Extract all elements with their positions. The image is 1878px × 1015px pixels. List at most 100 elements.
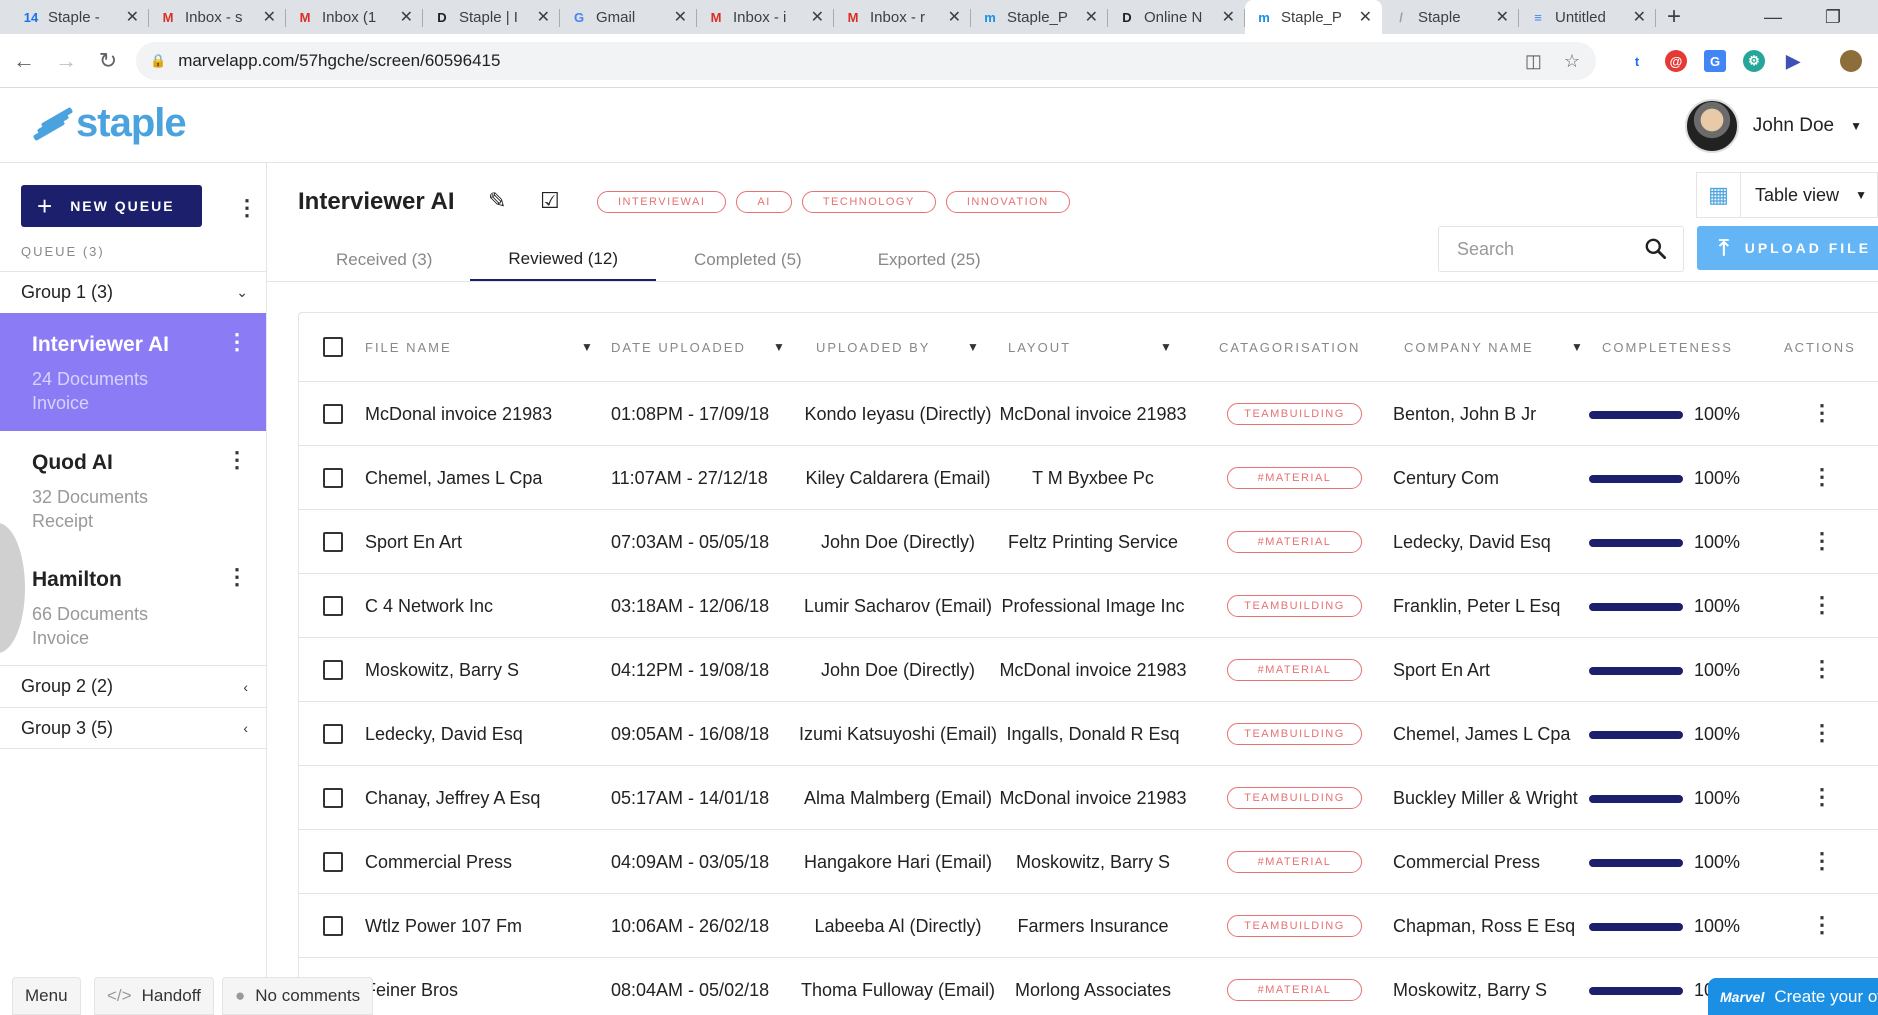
queue-more-icon[interactable]: ⋮ <box>226 449 248 471</box>
browser-tab[interactable]: m Staple_P ✕ <box>1245 0 1382 34</box>
row-actions-icon[interactable]: ⋮ <box>1811 786 1833 808</box>
back-icon[interactable]: ← <box>6 43 42 79</box>
tab-received[interactable]: Received (3) <box>298 238 470 282</box>
browser-tab[interactable]: 14 Staple - ✕ <box>12 0 149 34</box>
create-your-own-button[interactable]: Marvel Create your own <box>1708 978 1878 1015</box>
reload-icon[interactable]: ↻ <box>90 43 126 79</box>
tag-chip[interactable]: INTERVIEWAI <box>597 191 727 213</box>
edit-pencil-icon[interactable]: ✎ <box>488 188 506 214</box>
new-tab-button[interactable]: + <box>1656 0 1692 34</box>
queue-item-interviewer-ai[interactable]: Interviewer AI 24 Documents Invoice ⋮ <box>0 313 266 431</box>
browser-tab[interactable]: M Inbox (1 ✕ <box>286 0 423 34</box>
row-checkbox[interactable] <box>323 404 343 424</box>
table-row[interactable]: Chanay, Jeffrey A Esq 05:17AM - 14/01/18 A… <box>299 765 1878 829</box>
group-2[interactable]: Group 2 (2) ‹ <box>0 665 266 707</box>
row-checkbox[interactable] <box>323 660 343 680</box>
extension-play-icon[interactable]: ▶ <box>1782 50 1804 72</box>
row-actions-icon[interactable]: ⋮ <box>1811 594 1833 616</box>
sort-caret-icon[interactable]: ▼ <box>581 340 595 354</box>
close-tab-icon[interactable]: ✕ <box>126 7 139 27</box>
bookmark-star-icon[interactable]: ☆ <box>1564 51 1580 72</box>
sidebar-more-icon[interactable]: ⋮ <box>236 197 258 219</box>
close-tab-icon[interactable]: ✕ <box>1222 7 1235 27</box>
column-header-file-name[interactable]: FILE NAME <box>365 313 452 381</box>
user-menu[interactable]: John Doe ▼ <box>1684 99 1878 153</box>
row-checkbox[interactable] <box>323 852 343 872</box>
queue-more-icon[interactable]: ⋮ <box>226 566 248 588</box>
checklist-icon[interactable]: ☑ <box>540 188 560 214</box>
group-3[interactable]: Group 3 (5) ‹ <box>0 707 266 749</box>
browser-tab[interactable]: M Inbox - r ✕ <box>834 0 971 34</box>
browser-tab[interactable]: G Gmail ✕ <box>560 0 697 34</box>
browser-tab[interactable]: M Inbox - s ✕ <box>149 0 286 34</box>
row-actions-icon[interactable]: ⋮ <box>1811 850 1833 872</box>
table-row[interactable]: Ledecky, David Esq 09:05AM - 16/08/18 Izum… <box>299 701 1878 765</box>
extension-t-icon[interactable]: t <box>1626 50 1648 72</box>
tab-exported[interactable]: Exported (25) <box>840 238 1019 282</box>
table-row[interactable]: Wtlz Power 107 Fm 10:06AM - 26/02/18 Labee… <box>299 893 1878 957</box>
close-tab-icon[interactable]: ✕ <box>537 7 550 27</box>
close-tab-icon[interactable]: ✕ <box>674 7 687 27</box>
cast-icon[interactable]: ◫ <box>1525 51 1542 72</box>
column-header-company-name[interactable]: COMPANY NAME <box>1404 313 1534 381</box>
queue-item-quod-ai[interactable]: Quod AI 32 Documents Receipt ⋮ <box>0 431 266 549</box>
search-icon[interactable] <box>1643 236 1669 262</box>
tag-chip[interactable]: TECHNOLOGY <box>801 191 936 213</box>
search-input[interactable] <box>1457 238 1637 260</box>
browser-tab[interactable]: M Inbox - i ✕ <box>697 0 834 34</box>
close-tab-icon[interactable]: ✕ <box>1496 7 1509 27</box>
view-selector[interactable]: ▦ Table view ▼ <box>1696 172 1878 218</box>
close-tab-icon[interactable]: ✕ <box>263 7 276 27</box>
extension-gear-icon[interactable]: ⚙ <box>1743 50 1765 72</box>
column-header-categorisation[interactable]: CATAGORISATION <box>1219 313 1360 381</box>
row-actions-icon[interactable]: ⋮ <box>1811 402 1833 424</box>
column-header-completeness[interactable]: COMPLETENESS <box>1602 313 1733 381</box>
row-actions-icon[interactable]: ⋮ <box>1811 530 1833 552</box>
tab-reviewed[interactable]: Reviewed (12) <box>470 238 656 282</box>
row-checkbox[interactable] <box>323 788 343 808</box>
close-tab-icon[interactable]: ✕ <box>811 7 824 27</box>
column-header-layout[interactable]: LAYOUT <box>1008 313 1071 381</box>
browser-tab[interactable]: D Staple | I ✕ <box>423 0 560 34</box>
table-row[interactable]: Feiner Bros 08:04AM - 05/02/18 Thoma Fullo… <box>299 957 1878 1015</box>
table-row[interactable]: McDonal invoice 21983 01:08PM - 17/09/18 K… <box>299 381 1878 445</box>
browser-tab[interactable]: m Staple_P ✕ <box>971 0 1108 34</box>
row-checkbox[interactable] <box>323 532 343 552</box>
table-row[interactable]: Moskowitz, Barry S 04:12PM - 19/08/18 John… <box>299 637 1878 701</box>
sort-caret-icon[interactable]: ▼ <box>1160 340 1174 354</box>
close-tab-icon[interactable]: ✕ <box>1633 7 1646 27</box>
table-row[interactable]: Commercial Press 04:09AM - 03/05/18 Hangak… <box>299 829 1878 893</box>
select-all-checkbox[interactable] <box>323 337 343 357</box>
queue-item-hamilton[interactable]: Hamilton 66 Documents Invoice ⋮ <box>0 548 266 666</box>
minimize-icon[interactable]: — <box>1748 0 1798 34</box>
handoff-button[interactable]: </> Handoff <box>94 977 214 1015</box>
column-header-date-uploaded[interactable]: DATE UPLOADED <box>611 313 746 381</box>
table-row[interactable]: Sport En Art 07:03AM - 05/05/18 John Doe (… <box>299 509 1878 573</box>
translate-icon[interactable]: G <box>1704 50 1726 72</box>
menu-button[interactable]: Menu <box>12 977 81 1015</box>
row-actions-icon[interactable]: ⋮ <box>1811 466 1833 488</box>
row-checkbox[interactable] <box>323 724 343 744</box>
row-actions-icon[interactable]: ⋮ <box>1811 914 1833 936</box>
extension-spiral-icon[interactable]: @ <box>1665 50 1687 72</box>
queue-more-icon[interactable]: ⋮ <box>226 331 248 353</box>
staple-logo[interactable]: staple <box>30 101 187 146</box>
sort-caret-icon[interactable]: ▼ <box>967 340 981 354</box>
tag-chip[interactable]: INNOVATION <box>945 191 1070 213</box>
browser-tab[interactable]: ≡ Untitled ✕ <box>1519 0 1656 34</box>
close-tab-icon[interactable]: ✕ <box>1359 7 1372 27</box>
forward-icon[interactable]: → <box>48 43 84 79</box>
tag-chip[interactable]: AI <box>736 191 792 213</box>
close-tab-icon[interactable]: ✕ <box>948 7 961 27</box>
column-header-uploaded-by[interactable]: UPLOADED BY <box>816 313 930 381</box>
tab-completed[interactable]: Completed (5) <box>656 238 840 282</box>
new-queue-button[interactable]: + NEW QUEUE <box>21 185 202 227</box>
table-row[interactable]: Chemel, James L Cpa 11:07AM - 27/12/18 Kil… <box>299 445 1878 509</box>
row-actions-icon[interactable]: ⋮ <box>1811 722 1833 744</box>
row-checkbox[interactable] <box>323 916 343 936</box>
row-checkbox[interactable] <box>323 596 343 616</box>
browser-tab[interactable]: / Staple ✕ <box>1382 0 1519 34</box>
row-actions-icon[interactable]: ⋮ <box>1811 658 1833 680</box>
url-field[interactable]: 🔒 marvelapp.com/57hgche/screen/60596415 … <box>136 42 1596 80</box>
group-1[interactable]: Group 1 (3) ⌄ <box>0 271 266 313</box>
